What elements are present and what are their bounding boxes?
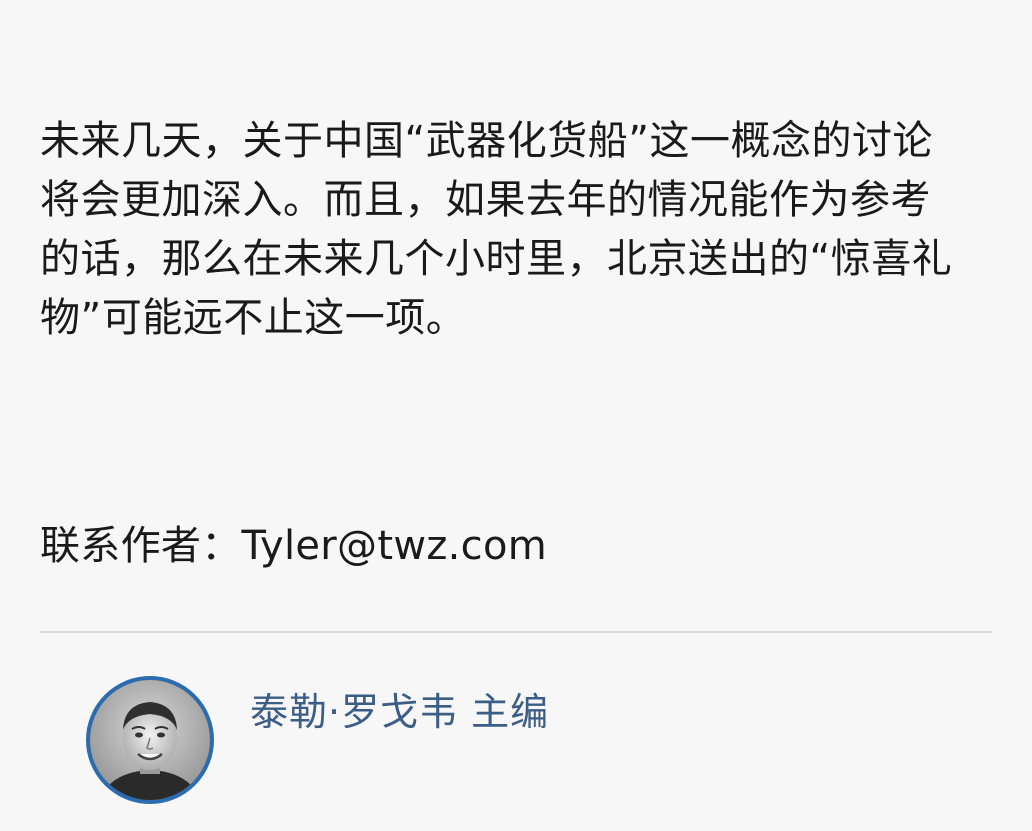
author-avatar[interactable] <box>86 676 214 804</box>
article-paragraph: 未来几天，关于中国“武器化货船”这一概念的讨论将会更加深入。而且，如果去年的情况… <box>40 118 953 341</box>
author-photo-icon <box>90 680 210 800</box>
article-body: 未来几天，关于中国“武器化货船”这一概念的讨论将会更加深入。而且，如果去年的情况… <box>40 112 970 348</box>
author-card[interactable]: 泰勒·罗戈韦 主编 <box>86 676 786 816</box>
divider <box>40 631 992 633</box>
author-name-link[interactable]: 泰勒·罗戈韦 主编 <box>250 684 550 740</box>
contact-author: 联系作者：Tyler@twz.com <box>40 523 547 569</box>
